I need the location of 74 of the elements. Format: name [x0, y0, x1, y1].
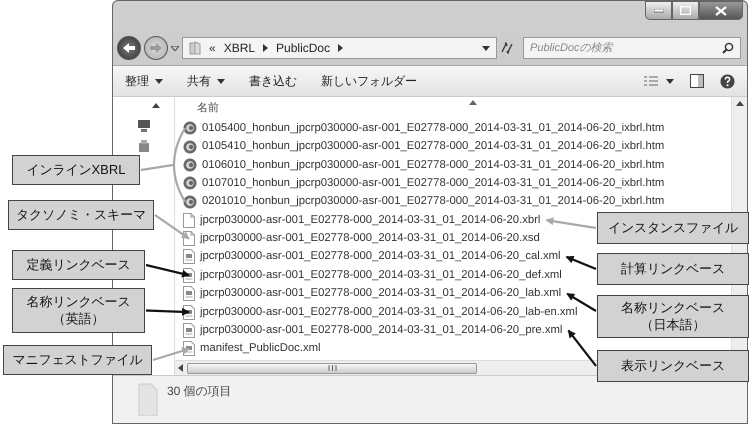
- file-name[interactable]: 0106010_honbun_jpcrp030000-asr-001_E02778-000_2014-03-31_01_2014-06-20_ixbrl.htm: [202, 156, 664, 174]
- scroll-up-icon[interactable]: [152, 103, 160, 108]
- forward-button[interactable]: [144, 36, 168, 60]
- callout-text: 定義リンクベース: [26, 256, 130, 274]
- search-field[interactable]: PublicDocの検索: [530, 40, 722, 56]
- breadcrumb-item[interactable]: XBRL: [224, 39, 256, 57]
- callout-text: マニフェストファイル: [12, 352, 142, 368]
- web-page-icon: [183, 194, 197, 209]
- callout-text: 名称リンクベース: [26, 294, 130, 310]
- file-name[interactable]: manifest_PublicDoc.xml: [200, 340, 321, 358]
- toolbar-button[interactable]: 新しいフォルダー: [321, 72, 417, 90]
- preview-pane-icon[interactable]: [690, 74, 704, 88]
- folder-icon: [137, 382, 159, 416]
- callout-text: 計算リンクベース: [621, 260, 725, 278]
- scroll-left-icon[interactable]: [178, 364, 183, 372]
- minimize-button[interactable]: [645, 1, 672, 20]
- minimize-icon: [654, 8, 664, 12]
- forward-arrow-icon: [150, 43, 162, 53]
- help-icon[interactable]: [720, 74, 735, 88]
- back-arrow-icon: [123, 43, 135, 53]
- callout-text: タクソノミ・スキーマ: [16, 206, 146, 224]
- xml-file-icon: [183, 322, 195, 338]
- file-name[interactable]: jpcrp030000-asr-001_E02778-000_2014-03-31_01_2014-06-20_def.xml: [200, 266, 562, 284]
- address-bar[interactable]: « XBRL PublicDoc: [182, 37, 497, 59]
- web-page-icon: [183, 176, 197, 190]
- callout-text: （英語）: [52, 310, 104, 328]
- scrollbar-thumb[interactable]: [187, 362, 477, 374]
- drive-icon[interactable]: [138, 140, 150, 153]
- column-header[interactable]: 名前: [197, 100, 219, 116]
- computer-icon[interactable]: [136, 119, 150, 132]
- xml-file-icon: [183, 286, 195, 302]
- refresh-icon[interactable]: [500, 42, 514, 54]
- file-name[interactable]: jpcrp030000-asr-001_E02778-000_2014-03-31_01_2014-06-20_lab.xml: [200, 285, 562, 302]
- file-icon: [183, 212, 195, 228]
- breadcrumb-arrow-icon[interactable]: [338, 44, 344, 52]
- web-page-icon: [183, 121, 197, 136]
- file-name[interactable]: jpcrp030000-asr-001_E02778-000_2014-03-31_01_2014-06-20.xbrl: [200, 212, 540, 229]
- overflow-chevron[interactable]: «: [209, 39, 216, 57]
- toolbar-button[interactable]: 整理: [125, 72, 163, 90]
- search-icon: [722, 42, 734, 54]
- file-name[interactable]: 0201010_honbun_jpcrp030000-asr-001_E02778-000_2014-03-31_01_2014-06-20_ixbrl.htm: [202, 193, 664, 210]
- callout-text: 表示リンクベース: [621, 358, 725, 374]
- search-box[interactable]: PublicDocの検索: [523, 37, 741, 59]
- breadcrumb-arrow-icon[interactable]: [263, 44, 268, 52]
- sort-arrow-icon: [469, 100, 477, 104]
- file-name[interactable]: jpcrp030000-asr-001_E02778-000_2014-03-31_01_2014-06-20_cal.xml: [200, 248, 561, 266]
- callout-text: 名称リンクベース: [621, 300, 725, 316]
- history-dropdown-icon[interactable]: [171, 46, 179, 50]
- file-name[interactable]: 0105400_honbun_jpcrp030000-asr-001_E02778-000_2014-03-31_01_2014-06-20_ixbrl.htm: [202, 120, 664, 137]
- callout-text: インラインXBRL: [26, 162, 126, 178]
- maximize-button[interactable]: [672, 1, 699, 20]
- toolbar-button[interactable]: 共有: [187, 72, 225, 90]
- breadcrumb-item[interactable]: PublicDoc: [276, 39, 330, 57]
- web-page-icon: [183, 140, 197, 154]
- scroll-up-icon[interactable]: [736, 101, 744, 106]
- dropdown-caret-icon[interactable]: [482, 46, 490, 50]
- close-button[interactable]: [699, 1, 743, 20]
- back-button[interactable]: [117, 36, 141, 60]
- item-count: 30 個の項目: [167, 383, 232, 400]
- view-options-icon[interactable]: [644, 76, 674, 86]
- file-name[interactable]: 0105410_honbun_jpcrp030000-asr-001_E02778-000_2014-03-31_01_2014-06-20_ixbrl.htm: [202, 138, 664, 156]
- file-name[interactable]: jpcrp030000-asr-001_E02778-000_2014-03-31_01_2014-06-20_pre.xml: [200, 322, 562, 339]
- file-name[interactable]: 0107010_honbun_jpcrp030000-asr-001_E02778-000_2014-03-31_01_2014-06-20_ixbrl.htm: [202, 174, 664, 192]
- web-page-icon: [183, 158, 197, 172]
- callout-text: （日本語）: [640, 316, 706, 334]
- toolbar-button[interactable]: 書き込む: [249, 72, 297, 90]
- close-icon: [715, 6, 727, 16]
- callout-text: インスタンスファイル: [608, 220, 738, 236]
- grip-icon: [328, 365, 336, 371]
- maximize-icon: [680, 6, 691, 15]
- folder-icon: [189, 41, 201, 55]
- xml-file-icon: [183, 249, 195, 264]
- file-name[interactable]: jpcrp030000-asr-001_E02778-000_2014-03-31_01_2014-06-20_lab-en.xml: [200, 304, 578, 321]
- file-name[interactable]: jpcrp030000-asr-001_E02778-000_2014-03-31_01_2014-06-20.xsd: [200, 230, 540, 247]
